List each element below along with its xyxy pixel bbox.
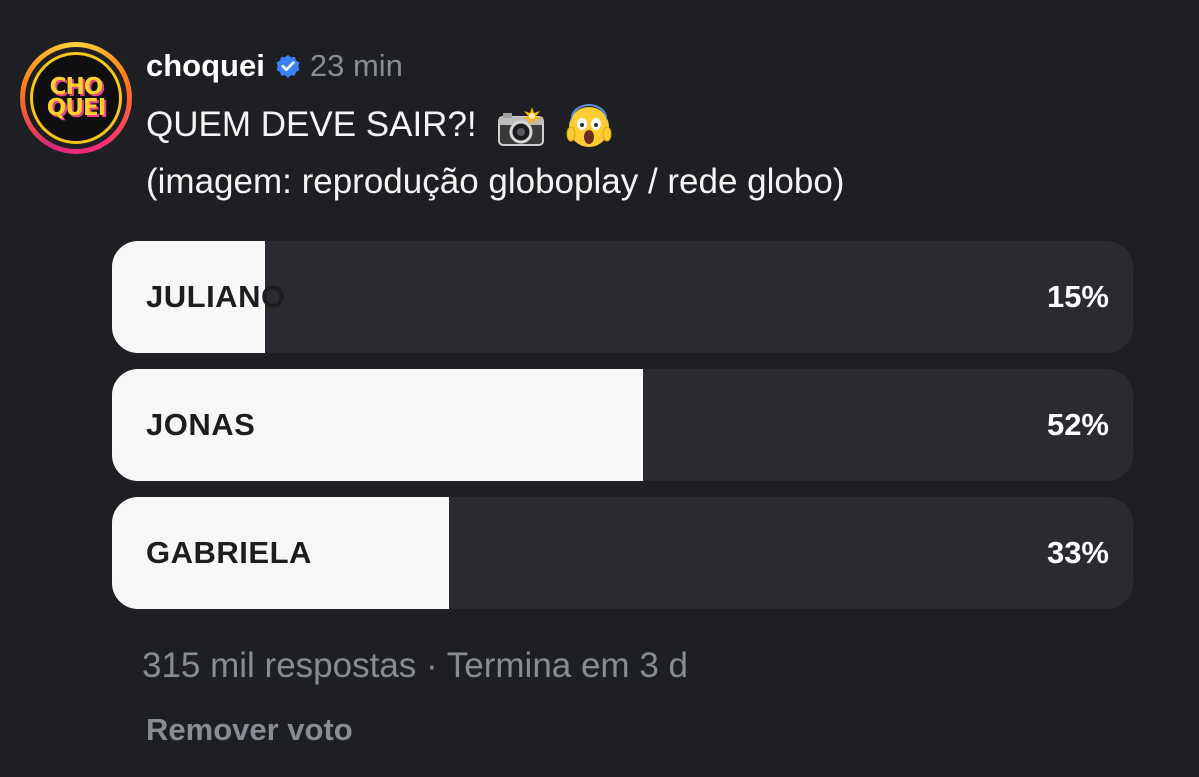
avatar-logo-text-bottom: QUEI <box>46 95 106 121</box>
poll-option-3-percent: 33% <box>1046 535 1109 570</box>
post-header: choquei 23 min <box>146 44 403 88</box>
poll-option-3-label: GABRIELA <box>146 535 312 570</box>
post-time: 23 min <box>309 48 403 83</box>
poll-option-2-label: JONAS <box>146 407 256 442</box>
poll-footer: 315 mil respostas · Termina em 3 d <box>142 646 688 685</box>
poll-option-3[interactable]: GABRIELA 33% <box>112 497 1133 609</box>
avatar[interactable]: CHO QUEI <box>20 42 132 154</box>
poll-option-1[interactable]: JULIANO 15% <box>112 241 1133 353</box>
poll-option-1-label: JULIANO <box>146 279 286 314</box>
camera-flash-icon <box>498 106 545 146</box>
caption-title: QUEM DEVE SAIR?! <box>146 105 477 144</box>
username[interactable]: choquei <box>146 48 265 84</box>
caption-line-1: QUEM DEVE SAIR?! <box>146 96 844 153</box>
screaming-face-icon <box>566 103 612 147</box>
caption-line-2: (imagem: reprodução globoplay / rede glo… <box>146 162 845 201</box>
post-caption: QUEM DEVE SAIR?! (imagem: reprodução glo… <box>146 96 844 210</box>
poll-option-1-percent: 15% <box>1046 279 1109 314</box>
remove-vote-button[interactable]: Remover voto <box>146 712 353 748</box>
avatar-logo: CHO QUEI <box>30 52 122 144</box>
poll-option-2-percent: 52% <box>1046 407 1109 442</box>
poll-option-2[interactable]: JONAS 52% <box>112 369 1133 481</box>
verified-badge-icon <box>276 54 300 78</box>
